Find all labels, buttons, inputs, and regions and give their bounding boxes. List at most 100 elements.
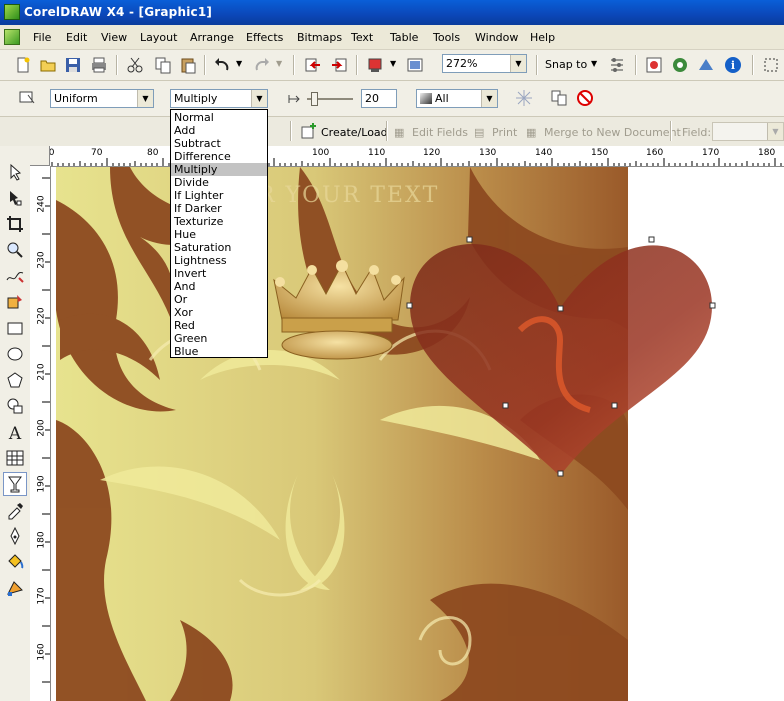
paste-icon[interactable]	[179, 56, 197, 74]
menu-table[interactable]: Table	[390, 31, 418, 44]
print-button[interactable]: Print	[492, 126, 517, 139]
merge-option-texturize[interactable]: Texturize	[171, 215, 267, 228]
copy-icon[interactable]	[154, 56, 172, 74]
snap-to-button[interactable]: Snap to	[545, 58, 587, 71]
edit-transparency-icon[interactable]	[18, 89, 36, 107]
merge-mode-dropdown-list[interactable]: Normal Add Subtract Difference Multiply …	[170, 109, 268, 358]
table-tool-icon[interactable]	[5, 448, 25, 468]
ellipse-tool-icon[interactable]	[5, 344, 25, 364]
redo-dropdown-icon[interactable]: ▼	[276, 59, 282, 68]
redo-icon[interactable]	[253, 56, 271, 74]
menu-layout[interactable]: Layout	[140, 31, 177, 44]
import-icon[interactable]	[304, 56, 322, 74]
pick-tool-icon[interactable]	[5, 162, 25, 182]
options-icon[interactable]	[608, 56, 626, 74]
transparency-type-select[interactable]: Uniform ▼	[50, 89, 154, 108]
merge-option-divide[interactable]: Divide	[171, 176, 267, 189]
transform-icon[interactable]	[762, 56, 780, 74]
merge-option-xor[interactable]: Xor	[171, 306, 267, 319]
shape-tool-icon[interactable]	[5, 188, 25, 208]
clear-transparency-icon[interactable]	[576, 89, 594, 107]
merge-option-add[interactable]: Add	[171, 124, 267, 137]
chevron-down-icon[interactable]: ▼	[510, 55, 526, 72]
interactive-fill-tool-icon[interactable]	[5, 578, 25, 598]
merge-mode-select[interactable]: Multiply ▼	[170, 89, 268, 108]
open-icon[interactable]	[39, 56, 57, 74]
zoom-tool-icon[interactable]	[5, 240, 25, 260]
transparency-target-select[interactable]: All ▼	[416, 89, 498, 108]
menu-bitmaps[interactable]: Bitmaps	[297, 31, 342, 44]
menu-text[interactable]: Text	[351, 31, 373, 44]
freeze-icon[interactable]	[515, 89, 533, 107]
corel-graphics-icon[interactable]	[671, 56, 689, 74]
horizontal-ruler[interactable]: 60 70 80 90 100 110 120 130 140 150 160 …	[50, 146, 784, 167]
vertical-ruler[interactable]: 240 230 220 210 200 190 180 170 160	[30, 166, 51, 701]
export-icon[interactable]	[330, 56, 348, 74]
chevron-down-icon[interactable]: ▼	[767, 123, 783, 140]
ruler-origin[interactable]	[30, 146, 50, 166]
field-select[interactable]: ▼	[712, 122, 784, 141]
fill-tool-icon[interactable]	[5, 552, 25, 572]
create-load-icon[interactable]	[300, 122, 318, 140]
merge-option-green[interactable]: Green	[171, 332, 267, 345]
menu-view[interactable]: View	[101, 31, 127, 44]
undo-dropdown-icon[interactable]: ▼	[236, 59, 242, 68]
merge-option-if-darker[interactable]: If Darker	[171, 202, 267, 215]
snap-dropdown-icon[interactable]: ▼	[591, 59, 597, 68]
zoom-level-select[interactable]: 272% ▼	[442, 54, 527, 73]
menu-file[interactable]: File	[33, 31, 51, 44]
smart-fill-tool-icon[interactable]	[5, 292, 25, 312]
merge-option-multiply[interactable]: Multiply	[171, 163, 267, 176]
transparency-value-input[interactable]: 20	[361, 89, 397, 108]
chevron-down-icon[interactable]: ▼	[481, 90, 497, 107]
merge-option-saturation[interactable]: Saturation	[171, 241, 267, 254]
merge-option-or[interactable]: Or	[171, 293, 267, 306]
menu-edit[interactable]: Edit	[66, 31, 87, 44]
launcher-dropdown-icon[interactable]: ▼	[390, 59, 396, 68]
save-icon[interactable]	[64, 56, 82, 74]
merge-option-red[interactable]: Red	[171, 319, 267, 332]
document-icon[interactable]	[4, 29, 20, 45]
info-icon[interactable]: i	[724, 56, 742, 74]
undo-icon[interactable]	[213, 56, 231, 74]
drawing-canvas[interactable]: R YOUR TEXT	[51, 167, 784, 701]
eyedropper-tool-icon[interactable]	[5, 500, 25, 520]
print-icon[interactable]	[90, 56, 108, 74]
freehand-tool-icon[interactable]	[5, 266, 25, 286]
text-tool-icon[interactable]: A	[5, 422, 25, 442]
merge-option-invert[interactable]: Invert	[171, 267, 267, 280]
menu-arrange[interactable]: Arrange	[190, 31, 234, 44]
merge-option-difference[interactable]: Difference	[171, 150, 267, 163]
menu-effects[interactable]: Effects	[246, 31, 283, 44]
menu-window[interactable]: Window	[475, 31, 518, 44]
transparency-slider-thumb[interactable]	[311, 92, 318, 106]
polygon-tool-icon[interactable]	[5, 370, 25, 390]
create-load-button[interactable]: Create/Load	[321, 126, 388, 139]
merge-option-hue[interactable]: Hue	[171, 228, 267, 241]
crop-tool-icon[interactable]	[5, 214, 25, 234]
merge-option-blue[interactable]: Blue	[171, 345, 267, 358]
basic-shapes-tool-icon[interactable]	[5, 396, 25, 416]
menu-tools[interactable]: Tools	[433, 31, 460, 44]
edit-fields-button[interactable]: Edit Fields	[412, 126, 468, 139]
merge-new-document-button[interactable]: Merge to New Document	[544, 126, 681, 139]
merge-option-and[interactable]: And	[171, 280, 267, 293]
outline-tool-icon[interactable]	[5, 526, 25, 546]
welcome-screen-icon[interactable]	[406, 56, 424, 74]
merge-option-subtract[interactable]: Subtract	[171, 137, 267, 150]
menu-help[interactable]: Help	[530, 31, 555, 44]
corel-online-icon[interactable]	[645, 56, 663, 74]
cut-icon[interactable]	[126, 56, 144, 74]
v-ruler-label: 240	[36, 195, 47, 213]
chevron-down-icon[interactable]: ▼	[137, 90, 153, 107]
merge-option-lightness[interactable]: Lightness	[171, 254, 267, 267]
copy-transparency-icon[interactable]	[550, 89, 568, 107]
new-document-icon[interactable]	[14, 56, 32, 74]
merge-option-normal[interactable]: Normal	[171, 111, 267, 124]
merge-option-if-lighter[interactable]: If Lighter	[171, 189, 267, 202]
tutorial-icon[interactable]	[697, 56, 715, 74]
rectangle-tool-icon[interactable]	[5, 318, 25, 338]
chevron-down-icon[interactable]: ▼	[251, 90, 267, 107]
application-launcher-icon[interactable]	[366, 56, 384, 74]
transparency-tool-icon[interactable]	[5, 474, 25, 494]
